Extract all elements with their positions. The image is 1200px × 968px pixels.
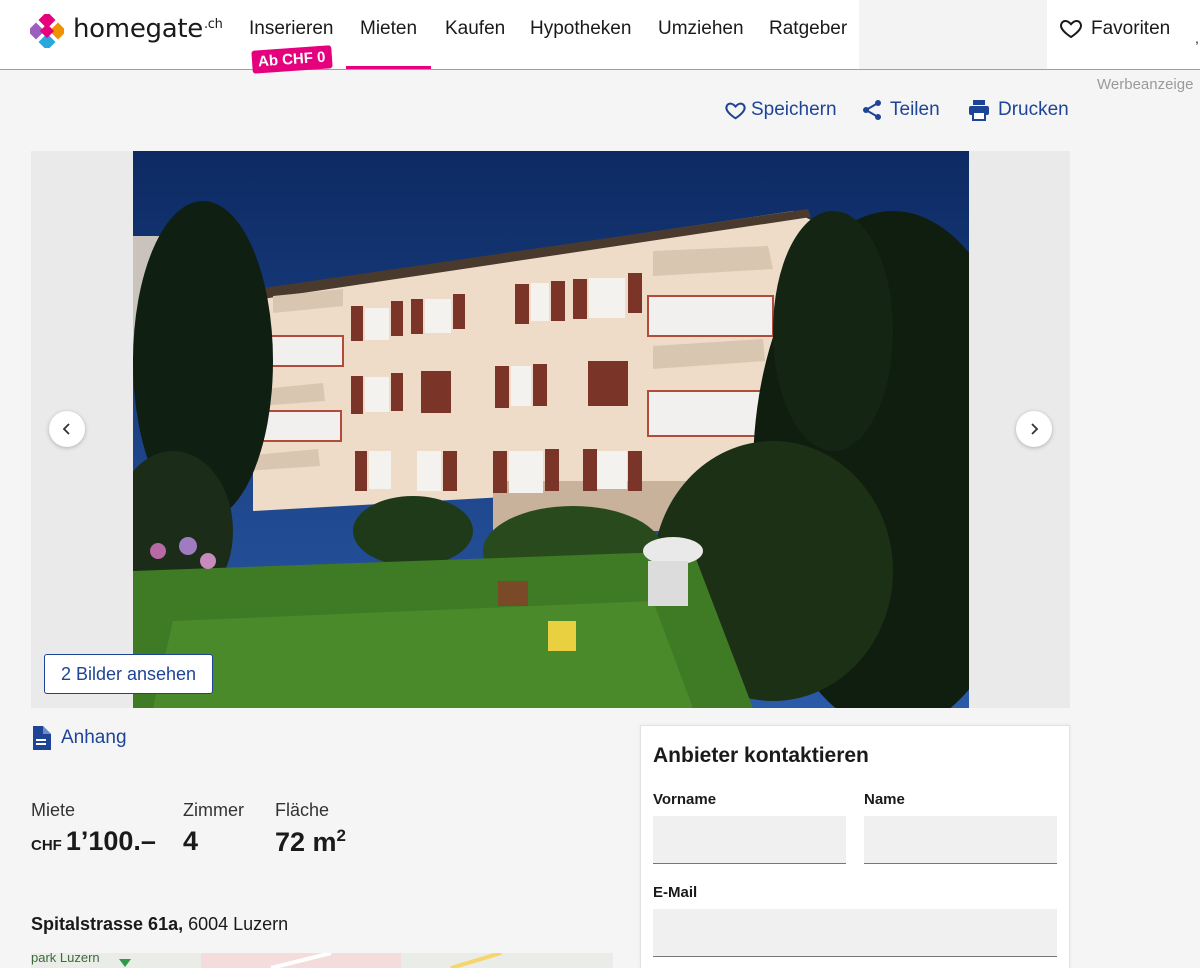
attachment-link[interactable]: Anhang <box>31 726 127 750</box>
nav-hypotheken[interactable]: Hypotheken <box>530 18 631 40</box>
contact-title: Anbieter kontaktieren <box>653 744 869 767</box>
logo-wordmark: homegate.ch <box>73 14 223 44</box>
chevron-right-icon <box>1031 423 1039 435</box>
building-photo-image <box>133 151 969 708</box>
nav-umziehen[interactable]: Umziehen <box>658 18 744 40</box>
last-name-label: Name <box>864 791 905 808</box>
address-city: 6004 Luzern <box>183 914 289 934</box>
printer-icon <box>969 100 989 121</box>
view-images-button[interactable]: 2 Bilder ansehen <box>44 654 213 694</box>
nav-active-indicator <box>346 66 431 69</box>
email-label: E-Mail <box>653 884 698 901</box>
gallery-next-button[interactable] <box>1016 411 1052 447</box>
share-icon <box>863 100 881 120</box>
area-label: Fläche <box>275 800 330 820</box>
rent-value: CHF 1’100.– <box>31 826 156 857</box>
nav-ratgeber[interactable]: Ratgeber <box>769 18 847 40</box>
heart-icon <box>1060 19 1082 39</box>
print-button[interactable]: Drucken <box>966 97 1069 123</box>
homegate-logo-icon <box>30 14 64 48</box>
chevron-left-icon <box>62 423 70 435</box>
logo-link[interactable]: homegate.ch <box>0 0 235 69</box>
ad-label: Werbeanzeige <box>1097 76 1194 93</box>
area-amount: 72 m <box>275 827 337 857</box>
header-overflow-glyph: , <box>1195 30 1199 46</box>
listing-photo[interactable] <box>133 151 969 708</box>
heart-outline-icon <box>725 102 746 120</box>
listing-address: Spitalstrasse 61a, 6004 Luzern <box>31 914 288 935</box>
last-name-field[interactable] <box>864 816 1057 864</box>
first-name-label: Vorname <box>653 791 717 808</box>
document-icon <box>33 726 51 750</box>
print-label: Drucken <box>998 99 1069 120</box>
email-field[interactable] <box>653 909 1057 957</box>
rent-currency: CHF <box>31 837 62 854</box>
rooms-value: 4 <box>183 826 199 856</box>
favorites-label[interactable]: Favoriten <box>1091 18 1170 40</box>
rent-amount: 1’100.– <box>65 826 156 856</box>
address-street: Spitalstrasse 61a, <box>31 914 184 934</box>
map-place-label: park Luzern <box>31 953 100 965</box>
rooms-label: Zimmer <box>183 800 244 820</box>
save-button[interactable]: Speichern <box>724 97 837 123</box>
nav-kaufen[interactable]: Kaufen <box>445 18 505 40</box>
map-tiles <box>31 953 613 968</box>
area-value: 72 m2 <box>275 826 346 858</box>
rent-label: Miete <box>31 800 76 820</box>
area-unit-exponent: 2 <box>336 826 347 845</box>
gallery-prev-button[interactable] <box>49 411 85 447</box>
location-map[interactable]: park Luzern <box>31 953 613 968</box>
nav-inserieren[interactable]: Inserieren <box>249 18 334 40</box>
nav-mieten[interactable]: Mieten <box>360 18 417 40</box>
share-label: Teilen <box>890 99 940 120</box>
first-name-field[interactable] <box>653 816 846 864</box>
share-button[interactable]: Teilen <box>860 97 940 123</box>
attachment-label: Anhang <box>61 727 127 748</box>
save-label: Speichern <box>751 99 837 120</box>
